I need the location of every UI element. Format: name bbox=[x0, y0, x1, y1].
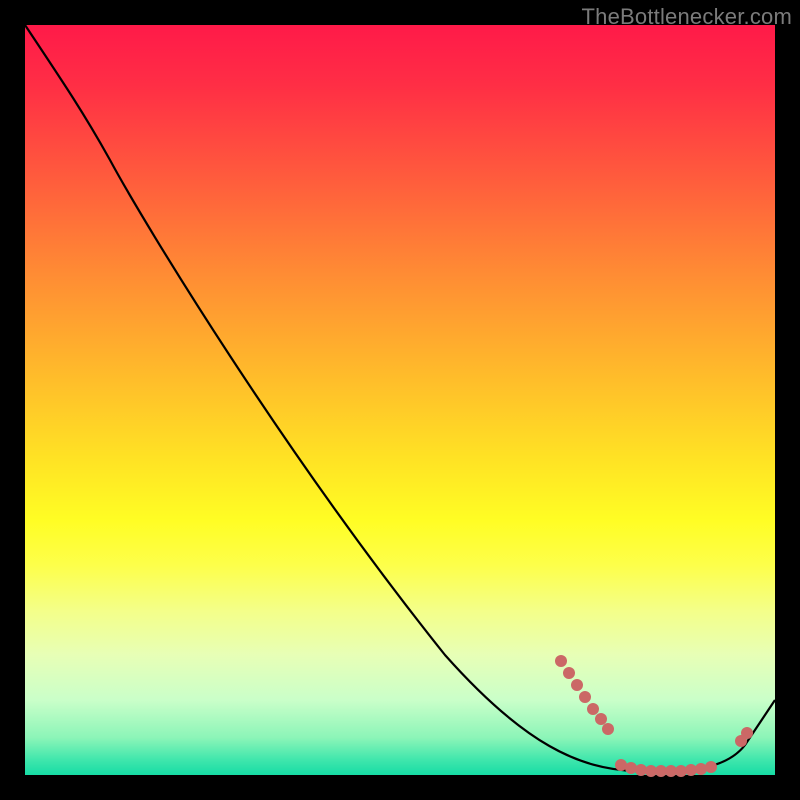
curve-path bbox=[25, 25, 775, 771]
plot-area bbox=[25, 25, 775, 775]
bottleneck-curve bbox=[25, 25, 775, 775]
chart-frame: TheBottlenecker.com bbox=[0, 0, 800, 800]
watermark-text: TheBottlenecker.com bbox=[582, 4, 792, 30]
marker-cluster-left bbox=[555, 655, 614, 735]
marker-cluster-bottom bbox=[615, 759, 717, 777]
marker-cluster-right bbox=[735, 727, 753, 747]
